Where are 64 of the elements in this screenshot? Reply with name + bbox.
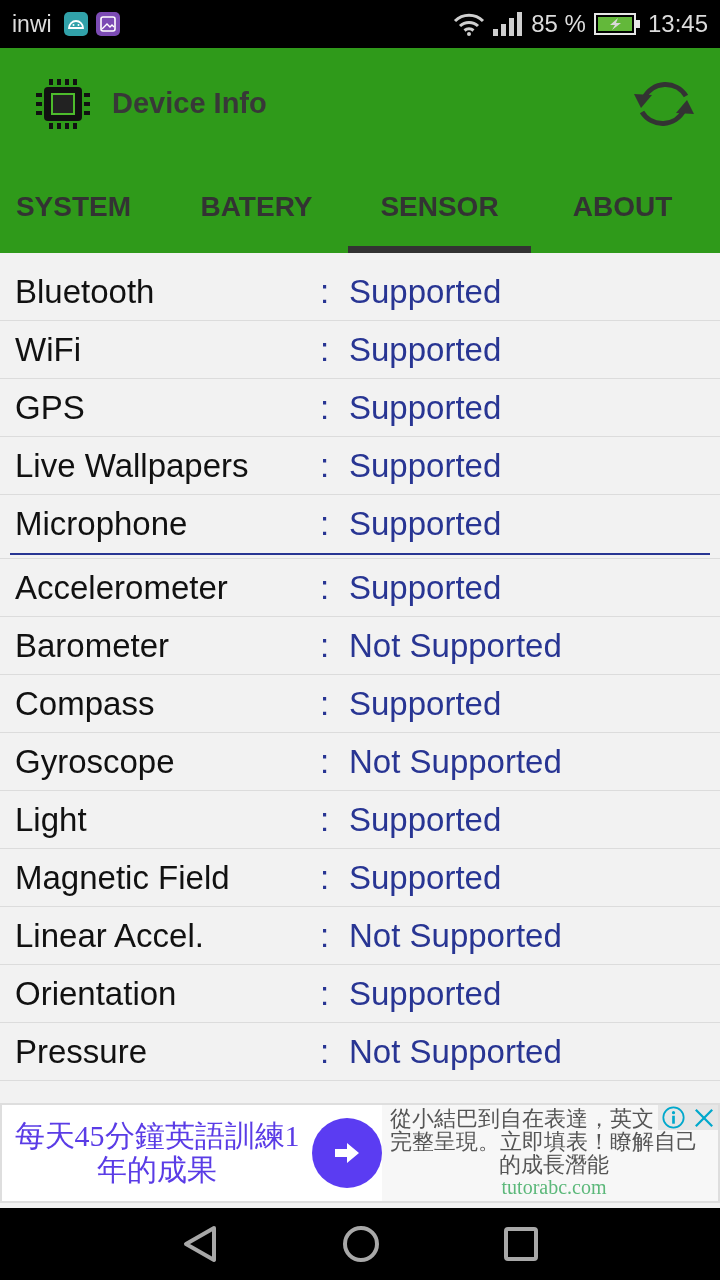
signal-icon — [493, 12, 524, 36]
support-status: Supported — [349, 568, 502, 607]
ad-headline[interactable]: 每天45分鐘英語訓練1年的成果 — [5, 1119, 309, 1187]
feature-label: Magnetic Field — [15, 858, 230, 896]
support-status: Supported — [349, 446, 502, 485]
colon-separator: : — [320, 684, 330, 722]
feature-label: Orientation — [15, 974, 177, 1012]
ad-description-line: 完整呈現。立即填表！瞭解自己 — [390, 1130, 698, 1153]
feature-label: Live Wallpapers — [15, 446, 249, 484]
android-notification-icon — [63, 12, 88, 36]
colon-separator: : — [320, 272, 330, 310]
ad-description-line: 的成長潛能 — [499, 1153, 609, 1176]
support-status: Not Supported — [349, 916, 562, 955]
feature-label: WiFi — [15, 330, 81, 368]
support-status: Supported — [349, 974, 502, 1013]
carrier-name: inwi — [12, 12, 52, 36]
tab[interactable]: ABOUT — [531, 160, 714, 253]
tab[interactable]: BATERY — [165, 160, 348, 253]
battery-charging-icon — [593, 12, 640, 36]
support-status: Not Supported — [349, 742, 562, 781]
colon-separator: : — [320, 505, 330, 543]
support-status: Supported — [349, 388, 502, 427]
support-status: Supported — [349, 330, 502, 369]
feature-label: Pressure — [15, 1032, 148, 1070]
feature-label: Accelerometer — [15, 568, 228, 606]
support-status: Supported — [349, 800, 502, 839]
battery-percent: 85 % — [531, 12, 586, 36]
colon-separator: : — [320, 800, 330, 838]
colon-separator: : — [320, 446, 330, 484]
tab[interactable]: SYSTEM — [0, 160, 165, 253]
home-icon[interactable] — [342, 1225, 380, 1263]
feature-label: Light — [15, 800, 87, 838]
clock-time: 13:45 — [647, 12, 708, 36]
ad-description-line: 從小結巴到自在表達，英文 — [390, 1107, 654, 1130]
colon-separator: : — [320, 330, 330, 368]
support-status: Not Supported — [349, 626, 562, 665]
app-title: Device Info — [112, 88, 267, 120]
image-notification-icon — [95, 12, 120, 36]
wifi-icon — [453, 12, 486, 36]
support-status: Supported — [349, 684, 502, 723]
colon-separator: : — [320, 858, 330, 896]
colon-separator: : — [320, 974, 330, 1012]
support-status: Supported — [349, 272, 502, 311]
colon-separator: : — [320, 568, 330, 606]
feature-label: Barometer — [15, 626, 170, 664]
recents-icon[interactable] — [504, 1227, 538, 1261]
feature-label: Microphone — [15, 505, 188, 543]
feature-label: GPS — [15, 388, 85, 426]
support-status: Not Supported — [349, 1032, 562, 1071]
feature-label: Compass — [15, 684, 155, 722]
arrow-right-icon[interactable] — [333, 1141, 361, 1165]
colon-separator: : — [320, 1032, 330, 1070]
support-status: Supported — [349, 505, 502, 543]
colon-separator: : — [320, 388, 330, 426]
support-status: Supported — [349, 858, 502, 897]
colon-separator: : — [320, 626, 330, 664]
feature-label: Bluetooth — [15, 272, 155, 310]
ad-domain-link[interactable]: tutorabc.com — [501, 1176, 607, 1198]
colon-separator: : — [320, 916, 330, 954]
feature-label: Linear Accel. — [15, 916, 204, 954]
chip-icon — [36, 79, 90, 129]
colon-separator: : — [320, 742, 330, 780]
feature-label: Gyroscope — [15, 742, 175, 780]
back-icon[interactable] — [182, 1225, 218, 1263]
